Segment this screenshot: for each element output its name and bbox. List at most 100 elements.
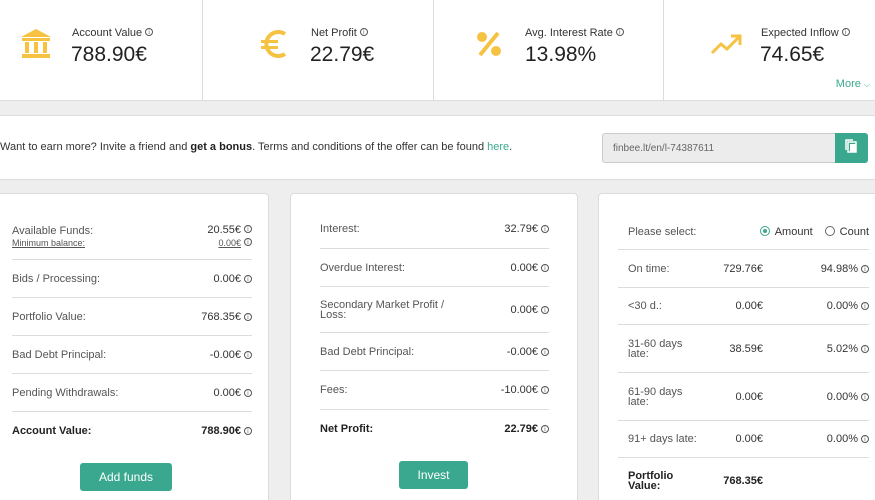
row-label: Bids / Processing: [12, 272, 101, 285]
row-available-funds: Available Funds: Minimum balance: 20.55€… [12, 214, 252, 260]
invest-button[interactable]: Invest [399, 461, 468, 489]
row-label: Bad Debt Principal: [320, 345, 415, 358]
info-icon[interactable]: i [861, 344, 869, 353]
referral-text: Want to earn more? Invite a friend and g… [0, 141, 512, 153]
row-label: On time: [628, 262, 670, 275]
row-value: 22.79€ [504, 423, 538, 435]
row-91-plus: 91+ days late: 0.00€ 0.00% i [618, 421, 869, 458]
copy-button[interactable] [835, 133, 868, 163]
stat-account-value: Account Value i 788.90€ [0, 0, 203, 101]
info-icon[interactable]: i [541, 263, 549, 272]
info-icon[interactable]: i [861, 435, 869, 443]
row-value: -0.00€ [506, 345, 538, 358]
row-label: Net Profit: [320, 423, 374, 435]
row-amount: 0.00€ [735, 433, 763, 445]
row-value: 788.90€ [201, 425, 241, 437]
row-bids-processing: Bids / Processing: 0.00€ i [12, 260, 252, 298]
row-31-60: 31-60 days late: 38.59€ 5.02% i [618, 325, 869, 373]
stat-value: 788.90€ [71, 43, 147, 66]
referral-bonus: get a bonus [190, 141, 253, 153]
row-value: 32.79€ [504, 223, 538, 235]
stat-avg-interest: Avg. Interest Rate i 13.98% [434, 0, 664, 101]
referral-text-part: . Terms and conditions of the offer can … [252, 141, 488, 153]
add-funds-button[interactable]: Add funds [80, 463, 172, 491]
profit-card: Interest: 32.79€ i Overdue Interest: 0.00… [290, 193, 578, 500]
info-icon[interactable]: i [861, 264, 869, 273]
row-overdue-interest: Overdue Interest: 0.00€ i [320, 249, 549, 287]
row-select: Please select: Amount Count [618, 214, 869, 250]
stat-value: 13.98% [525, 43, 597, 66]
row-net-profit: Net Profit: 22.79€ i [320, 410, 549, 448]
info-icon[interactable]: i [541, 425, 549, 433]
row-label: Overdue Interest: [320, 261, 405, 274]
stats-bar: Account Value i 788.90€ Net Profit i 22.79… [0, 0, 875, 101]
row-fees: Fees: -10.00€ i [320, 371, 549, 410]
row-under-30: <30 d.: 0.00€ 0.00% i [618, 288, 869, 325]
info-icon[interactable]: i [244, 312, 252, 321]
info-icon[interactable]: i [244, 388, 252, 397]
more-label: More [835, 78, 861, 90]
info-icon[interactable]: i [244, 225, 252, 233]
row-amount: 0.00€ [735, 300, 763, 312]
info-icon[interactable]: i [244, 274, 252, 283]
row-percent: 0.00% [826, 390, 858, 403]
info-icon[interactable]: i [541, 225, 549, 233]
info-icon[interactable]: i [145, 28, 154, 36]
copy-icon [845, 139, 857, 153]
portfolio-card: Please select: Amount Count On time: 729… [598, 193, 875, 500]
info-icon[interactable]: i [244, 238, 252, 246]
minimum-balance-value: 0.00€ [218, 238, 241, 248]
row-label: 91+ days late: [628, 433, 697, 445]
row-account-value: Account Value: 788.90€ i [12, 412, 252, 450]
row-value: 0.00€ [510, 303, 538, 316]
row-pending-withdrawals: Pending Withdrawals: 0.00€ i [12, 374, 252, 412]
radio-checked-icon [759, 225, 770, 236]
row-61-90: 61-90 days late: 0.00€ 0.00% i [618, 373, 869, 421]
row-amount: 768.35€ [723, 475, 763, 487]
terms-link[interactable]: here [487, 141, 509, 153]
row-value: 0.00€ [213, 386, 241, 399]
stat-label: Avg. Interest Rate [525, 27, 613, 39]
more-link[interactable]: More ⌵ [836, 78, 870, 90]
row-value: 0.00€ [213, 272, 241, 285]
radio-count[interactable]: Count [824, 225, 869, 238]
info-icon[interactable]: i [359, 28, 368, 36]
info-icon[interactable]: i [244, 427, 252, 435]
row-percent: 0.00% [826, 300, 858, 312]
stat-value: 22.79€ [310, 43, 375, 66]
stat-label: Account Value [72, 27, 143, 39]
row-interest: Interest: 32.79€ i [320, 210, 549, 249]
row-label: 31-60 days late: [628, 337, 683, 360]
row-value: 768.35€ [201, 310, 241, 323]
row-label: 61-90 days late: [628, 385, 683, 408]
row-label: Portfolio Value: [12, 310, 86, 323]
info-icon[interactable]: i [861, 392, 869, 401]
chevron-down-icon: ⌵ [863, 80, 870, 89]
row-label: Available Funds: [12, 224, 94, 237]
row-amount: 38.59€ [729, 342, 763, 355]
minimum-balance-link[interactable]: Minimum balance: [12, 238, 85, 248]
row-label: Secondary Market Profit / Loss: [320, 298, 445, 321]
referral-url-field[interactable]: finbee.lt/en/l-74387611 [602, 133, 835, 163]
info-icon[interactable]: i [841, 28, 850, 36]
radio-unchecked-icon [824, 225, 835, 236]
row-label: Pending Withdrawals: [12, 386, 119, 399]
radio-amount[interactable]: Amount [759, 225, 813, 238]
trend-up-icon [710, 34, 742, 55]
radio-amount-label: Amount [774, 225, 813, 238]
row-label: Account Value: [12, 425, 92, 437]
row-label: Portfolio Value: [628, 470, 674, 492]
info-icon[interactable]: i [541, 305, 549, 314]
info-icon[interactable]: i [541, 347, 549, 356]
referral-text-part: Want to earn more? Invite a friend and [0, 141, 191, 153]
percent-icon [477, 31, 501, 57]
info-icon[interactable]: i [861, 302, 869, 310]
stat-expected-inflow: Expected Inflow i 74.65€ More ⌵ [664, 0, 875, 101]
info-icon[interactable]: i [244, 350, 252, 359]
select-label: Please select: [628, 225, 697, 238]
info-icon[interactable]: i [615, 28, 624, 36]
info-icon[interactable]: i [541, 386, 549, 394]
stat-net-profit: Net Profit i 22.79€ [203, 0, 434, 101]
row-amount: 0.00€ [735, 390, 763, 403]
referral-bar: Want to earn more? Invite a friend and g… [0, 115, 875, 180]
